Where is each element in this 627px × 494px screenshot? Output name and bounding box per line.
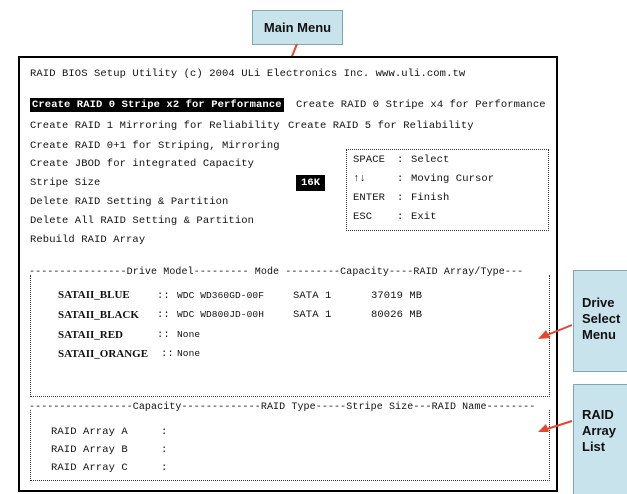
main-menu-callout-label: Main Menu [263,20,332,35]
drive-model: None [177,329,201,340]
array-sep: : [161,444,168,456]
drive-table-header: ----------------Drive Model--------- Mod… [29,267,524,278]
raid-array-callout-line1: RAID [582,407,614,422]
drive-mode: SATA 1 [293,290,332,302]
help-desc-finish: Finish [411,192,450,204]
drive-capacity: 80026 MB [371,309,423,321]
array-sep: : [161,462,168,474]
help-desc-moving: Moving Cursor [411,173,495,185]
drive-sep: :: [157,290,170,302]
drive-port-orange[interactable]: SATAII_ORANGE [58,348,148,360]
raid-array-a[interactable]: RAID Array A [51,426,128,438]
help-sep: : [397,173,404,185]
raid-array-c[interactable]: RAID Array C [51,462,128,474]
menu-item-jbod[interactable]: Create JBOD for integrated Capacity [30,158,254,170]
drive-select-callout-line3: Menu [582,327,616,342]
raid-array-callout: RAID Array List [573,384,627,494]
drive-model: WDC WD800JD-00H [177,309,265,320]
drive-model: None [177,348,201,359]
drive-model: WDC WD360GD-00F [177,290,265,301]
menu-item-raid1[interactable]: Create RAID 1 Mirroring for Reliability [30,120,280,132]
drive-mode: SATA 1 [293,309,332,321]
help-desc-exit: Exit [411,211,437,223]
drive-select-callout: Drive Select Menu [573,270,627,372]
help-key-esc: ESC [353,211,373,223]
array-table-header: -----------------Capacity-------------RA… [29,402,536,413]
help-key-space: SPACE [353,154,386,166]
menu-item-raid0-x4[interactable]: Create RAID 0 Stripe x4 for Performance [296,99,546,111]
drive-sep: :: [161,348,174,360]
drive-sep: :: [157,309,170,321]
drive-select-callout-line1: Drive [582,295,615,310]
drive-select-callout-line2: Select [582,311,621,326]
drive-capacity: 37019 MB [371,290,423,302]
array-sep: : [161,426,168,438]
main-menu-callout: Main Menu [252,10,343,45]
menu-item-delete-raid[interactable]: Delete RAID Setting & Partition [30,196,228,208]
raid-array-b[interactable]: RAID Array B [51,444,128,456]
menu-item-delete-all[interactable]: Delete All RAID Setting & Partition [30,215,254,227]
help-sep: : [397,154,404,166]
drive-select-box: ----------------Drive Model--------- Mod… [29,267,550,397]
help-key-enter: ENTER [353,192,386,204]
drive-port-red[interactable]: SATAII_RED [58,329,123,341]
drive-port-blue[interactable]: SATAII_BLUE [58,289,130,301]
help-box: SPACE : Select ↑↓ : Moving Cursor ENTER … [346,149,549,231]
help-sep: : [397,192,404,204]
raid-array-box: -----------------Capacity-------------RA… [29,402,550,481]
help-desc-select: Select [411,154,450,166]
help-key-arrows: ↑↓ [353,173,366,185]
help-sep: : [397,211,404,223]
stripe-size-value[interactable]: 16K [296,175,326,191]
menu-item-raid01[interactable]: Create RAID 0+1 for Striping, Mirroring [30,140,280,152]
bios-screen: RAID BIOS Setup Utility (c) 2004 ULi Ele… [18,56,558,492]
drive-sep: :: [157,329,170,341]
raid-array-callout-line2: Array [582,423,616,438]
drive-port-black[interactable]: SATAII_BLACK [58,309,139,321]
menu-item-stripe-size[interactable]: Stripe Size [30,177,100,189]
menu-item-raid5[interactable]: Create RAID 5 for Reliability [288,120,474,132]
raid-array-callout-line3: List [582,439,606,454]
menu-item-raid0-x2[interactable]: Create RAID 0 Stripe x2 for Performance [30,98,284,112]
menu-item-rebuild[interactable]: Rebuild RAID Array [30,234,145,246]
bios-header: RAID BIOS Setup Utility (c) 2004 ULi Ele… [30,68,466,80]
